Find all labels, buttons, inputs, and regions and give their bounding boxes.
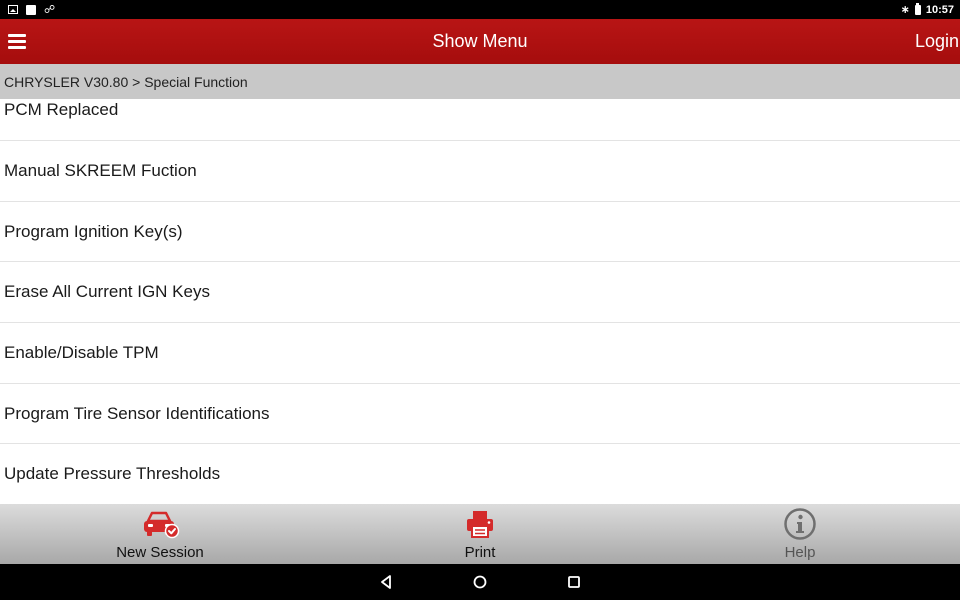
battery-icon <box>914 2 921 15</box>
new-session-label: New Session <box>116 544 204 561</box>
list-item-enable-disable-tpm[interactable]: Enable/Disable TPM <box>0 323 960 384</box>
status-left-icons: ☍ <box>8 3 56 16</box>
status-time: 10:57 <box>925 3 954 16</box>
list-item-program-ignition-keys[interactable]: Program Ignition Key(s) <box>0 202 960 263</box>
function-list: PCM Replaced Manual SKREEM Fuction Progr… <box>0 99 960 504</box>
list-item-pcm-replaced[interactable]: PCM Replaced <box>0 99 960 141</box>
image-icon <box>8 5 18 14</box>
list-item-update-pressure-thresholds[interactable]: Update Pressure Thresholds <box>0 444 960 504</box>
hamburger-icon[interactable] <box>8 34 26 49</box>
list-item-erase-ign-keys[interactable]: Erase All Current IGN Keys <box>0 262 960 324</box>
help-button[interactable]: Help <box>640 504 960 564</box>
page-title: Show Menu <box>432 31 528 51</box>
bottom-toolbar: New Session Print Help <box>0 504 960 564</box>
link-icon: ☍ <box>44 3 56 16</box>
breadcrumb: CHRYSLER V30.80 > Special Function <box>0 64 960 99</box>
bluetooth-icon: ∗ <box>900 4 910 16</box>
car-check-icon <box>140 507 180 541</box>
system-nav-bar <box>0 564 960 600</box>
back-icon[interactable] <box>374 570 398 594</box>
print-button[interactable]: Print <box>320 504 640 564</box>
info-icon <box>780 507 820 541</box>
status-right-icons: ∗ 10:57 <box>900 2 954 16</box>
list-item-program-tire-sensor[interactable]: Program Tire Sensor Identifications <box>0 384 960 445</box>
login-button[interactable]: Login <box>915 19 960 64</box>
status-bar: ☍ ∗ 10:57 <box>0 0 960 19</box>
square-icon <box>26 4 36 15</box>
new-session-button[interactable]: New Session <box>0 504 320 564</box>
recents-icon[interactable] <box>562 570 586 594</box>
print-label: Print <box>464 544 496 561</box>
list-item-manual-skreem[interactable]: Manual SKREEM Fuction <box>0 141 960 202</box>
app-bar: Show Menu Login <box>0 19 960 64</box>
help-label: Help <box>784 544 816 561</box>
printer-icon <box>460 507 500 541</box>
home-icon[interactable] <box>468 570 492 594</box>
